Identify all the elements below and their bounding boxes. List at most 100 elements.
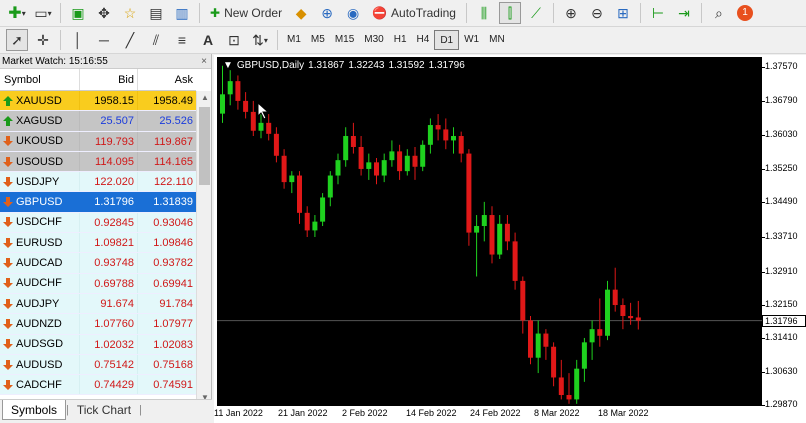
tab-symbols[interactable]: Symbols bbox=[2, 400, 67, 420]
candle-body bbox=[220, 94, 225, 114]
candle bbox=[581, 337, 587, 382]
candle-body bbox=[235, 81, 241, 101]
tab-tick-chart[interactable]: Tick Chart bbox=[69, 400, 139, 420]
candle bbox=[466, 149, 472, 246]
symbol-name: XAUUSD bbox=[16, 94, 62, 107]
timeframe-h1-button[interactable]: H1 bbox=[389, 30, 412, 50]
price-tick-label: 1.34490 bbox=[762, 196, 798, 207]
market-watch-toggle-button[interactable]: ▣ bbox=[67, 2, 89, 24]
bid-price: 1958.15 bbox=[79, 91, 137, 111]
candle-body bbox=[474, 226, 480, 233]
scrollbar-thumb[interactable] bbox=[199, 107, 210, 185]
navigator-button[interactable]: ☆ bbox=[119, 2, 141, 24]
ohlc-high: 1.32243 bbox=[348, 60, 385, 71]
symbol-row-ukousd[interactable]: UKOUSD 119.793 119.867 bbox=[0, 131, 196, 152]
label-tool-button[interactable]: ⊡ bbox=[223, 29, 245, 51]
data-window-button[interactable]: ✥ bbox=[93, 2, 115, 24]
symbol-row-xauusd[interactable]: XAUUSD 1958.15 1958.49 bbox=[0, 91, 196, 112]
candle-body bbox=[574, 368, 580, 400]
autotrading-button[interactable]: ⛔ AutoTrading bbox=[368, 2, 460, 24]
candle-body bbox=[297, 175, 302, 213]
crosshair-target-icon: ✥ bbox=[98, 4, 110, 21]
candle-body bbox=[374, 162, 379, 176]
ohlc-low: 1.31592 bbox=[388, 60, 425, 71]
symbol-name: GBPUSD bbox=[16, 196, 63, 209]
strategy-tester-button[interactable]: ▥ bbox=[171, 2, 193, 24]
timeframe-m15-button[interactable]: M15 bbox=[330, 30, 359, 50]
new-order-button[interactable]: ✚ New Order bbox=[206, 2, 286, 24]
symbol-row-usdchf[interactable]: USDCHF 0.92845 0.93046 bbox=[0, 212, 196, 234]
price-axis[interactable]: 1.37570 1.36790 1.36030 1.35250 1.34490 1.337… bbox=[762, 55, 806, 423]
line-chart-button[interactable]: ⟋ bbox=[525, 2, 547, 24]
fibonacci-button[interactable]: ≡ bbox=[171, 29, 193, 51]
horizontal-line-button[interactable]: ─ bbox=[93, 29, 115, 51]
autotrading-label: AutoTrading bbox=[391, 6, 456, 20]
price-tick-label: 1.29870 bbox=[762, 399, 798, 410]
profiles-button[interactable]: ▭ ▾ bbox=[32, 2, 54, 24]
candle bbox=[243, 92, 249, 119]
timeframe-mn-button[interactable]: MN bbox=[484, 30, 510, 50]
symbol-row-eurusd[interactable]: EURUSD 1.09821 1.09846 bbox=[0, 233, 196, 254]
symbol-row-audnzd[interactable]: AUDNZD 1.07760 1.07977 bbox=[0, 314, 196, 335]
autoscroll-button[interactable]: ⇥ bbox=[673, 2, 695, 24]
symbol-column-header[interactable]: Symbol bbox=[0, 69, 79, 90]
symbol-row-audsgd[interactable]: AUDSGD 1.02032 1.02083 bbox=[0, 334, 196, 355]
search-button[interactable]: ⌕ bbox=[708, 2, 730, 24]
timeframe-w1-button[interactable]: W1 bbox=[459, 30, 484, 50]
symbol-row-audjpy[interactable]: AUDJPY 91.674 91.784 bbox=[0, 293, 196, 315]
symbol-row-usousd[interactable]: USOUSD 114.095 114.165 bbox=[0, 151, 196, 173]
equidistant-channel-button[interactable]: ⫽ bbox=[145, 29, 167, 51]
close-icon[interactable]: × bbox=[201, 54, 211, 68]
ask-column-header[interactable]: Ask bbox=[137, 69, 196, 90]
candle-body bbox=[458, 136, 464, 154]
timeframe-m5-button[interactable]: M5 bbox=[306, 30, 330, 50]
symbol-row-audchf[interactable]: AUDCHF 0.69788 0.69941 bbox=[0, 273, 196, 294]
new-chart-button[interactable]: ✚ ▾ bbox=[6, 2, 28, 24]
candle bbox=[489, 206, 495, 264]
symbol-row-audusd[interactable]: AUDUSD 0.75142 0.75168 bbox=[0, 354, 196, 376]
symbol-row-gbpusd[interactable]: GBPUSD 1.31796 1.31839 bbox=[0, 192, 196, 213]
arrows-button[interactable]: ⇅ ▾ bbox=[249, 29, 271, 51]
market-button[interactable]: ⊕ bbox=[316, 2, 338, 24]
candlestick-button[interactable]: ⫿ bbox=[498, 2, 521, 24]
text-tool-button[interactable]: A bbox=[197, 29, 219, 51]
scroll-up-icon[interactable]: ▲ bbox=[201, 93, 209, 102]
ask-price: 0.74591 bbox=[137, 375, 196, 395]
arrow-down-icon bbox=[3, 197, 13, 208]
timeframe-d1-button[interactable]: D1 bbox=[434, 30, 460, 50]
symbol-name: USDCHF bbox=[16, 216, 62, 229]
chart-shift-button[interactable]: ⊢ bbox=[647, 2, 669, 24]
candle-body bbox=[289, 175, 295, 183]
price-chart[interactable]: ▼ GBPUSD,Daily 1.31867 1.32243 1.31592 1… bbox=[217, 57, 762, 406]
timeframe-h4-button[interactable]: H4 bbox=[412, 30, 435, 50]
tile-windows-button[interactable]: ⊞ bbox=[612, 2, 634, 24]
symbol-row-cadchf[interactable]: CADCHF 0.74429 0.74591 bbox=[0, 375, 196, 396]
symbol-row-audcad[interactable]: AUDCAD 0.93748 0.93782 bbox=[0, 253, 196, 274]
timeframe-m30-button[interactable]: M30 bbox=[359, 30, 388, 50]
market-watch-header: Market Watch: 15:16:55 × bbox=[0, 54, 211, 69]
signals-button[interactable]: ◉ bbox=[342, 2, 364, 24]
time-axis[interactable]: 11 Jan 2022 21 Jan 2022 2 Feb 2022 14 Feb 2… bbox=[214, 406, 762, 423]
arrow-up-icon bbox=[3, 115, 13, 126]
candle-body bbox=[620, 305, 626, 317]
bid-price: 1.09821 bbox=[79, 233, 137, 253]
timeframe-m1-button[interactable]: M1 bbox=[282, 30, 306, 50]
chart-dropdown-icon[interactable]: ▼ bbox=[223, 60, 233, 71]
trendline-button[interactable]: ╱ bbox=[119, 29, 141, 51]
symbol-row-xagusd[interactable]: XAGUSD 25.507 25.526 bbox=[0, 111, 196, 132]
market-watch-scrollbar[interactable]: ▲ ▼ bbox=[196, 91, 211, 404]
cursor-button[interactable]: ➚ bbox=[6, 29, 28, 51]
bar-chart-button[interactable]: ⫼ bbox=[473, 2, 495, 24]
vertical-line-button[interactable]: │ bbox=[67, 29, 89, 51]
arrow-down-icon bbox=[3, 156, 13, 167]
crosshair-button[interactable]: ✛ bbox=[32, 29, 54, 51]
metaeditor-button[interactable]: ◆ bbox=[290, 2, 312, 24]
notifications-button[interactable]: 1 bbox=[734, 2, 756, 24]
bid-column-header[interactable]: Bid bbox=[79, 69, 137, 90]
zoom-in-button[interactable]: ⊕ bbox=[560, 2, 582, 24]
zoom-out-button[interactable]: ⊖ bbox=[586, 2, 608, 24]
terminal-button[interactable]: ▤ bbox=[145, 2, 167, 24]
symbol-row-usdjpy[interactable]: USDJPY 122.020 122.110 bbox=[0, 172, 196, 193]
horizontal-line-icon: ─ bbox=[99, 32, 109, 48]
chart-shift-icon: ⊢ bbox=[651, 4, 665, 21]
